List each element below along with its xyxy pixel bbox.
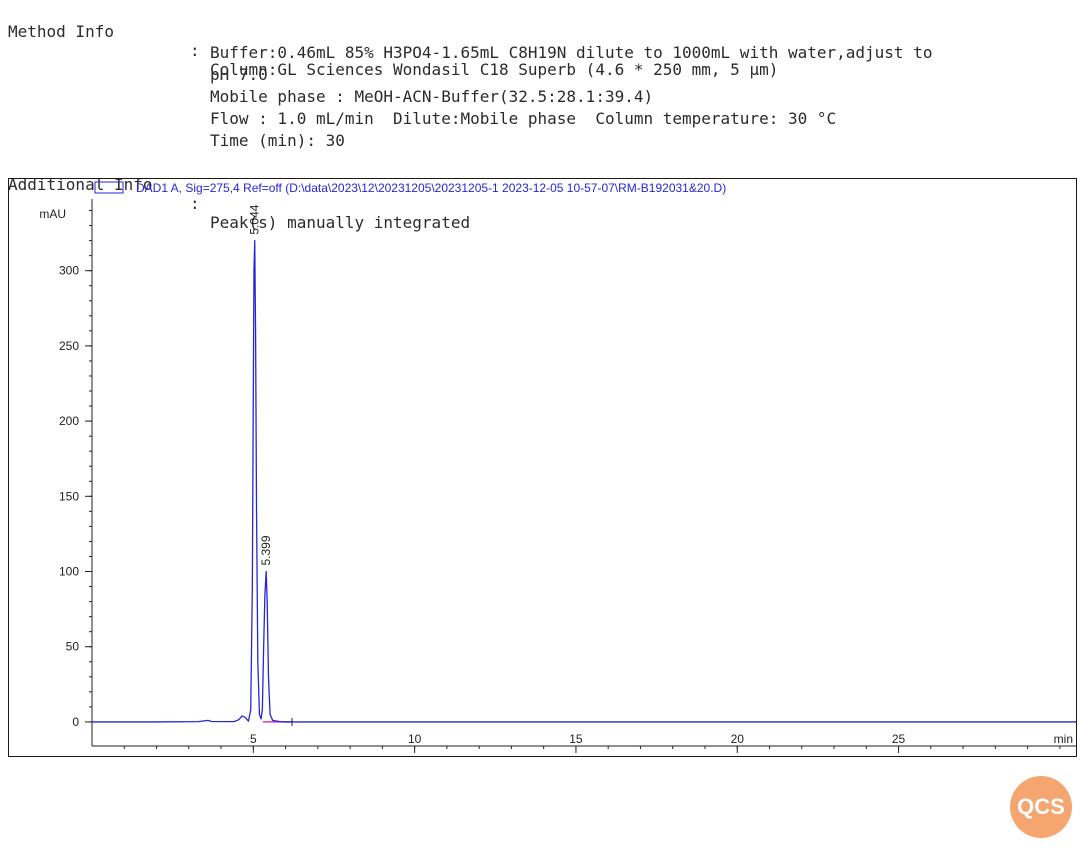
qcs-logo: QCS [1010,776,1072,838]
method-info-colon: : [190,41,200,60]
x-tick-label: 5 [250,732,257,746]
x-tick-label: 10 [408,732,422,746]
y-tick-label: 300 [59,264,79,278]
legend-swatch [94,181,124,194]
y-tick-label: 150 [59,489,79,503]
y-tick-label: 200 [59,414,79,428]
x-tick-label: 15 [569,732,583,746]
legend-label: DAD1 A, Sig=275,4 Ref=off (D:\data\2023\… [136,181,726,195]
x-tick-label: 20 [731,732,745,746]
x-axis-label: min [1054,732,1073,746]
y-tick-label: 50 [66,640,80,654]
method-line-column: Column:GL Sciences Wondasil C18 Superb (… [210,60,779,79]
y-tick-label: 0 [72,715,79,729]
chromatogram-trace [92,239,1076,723]
method-line-buffer: Buffer:0.46mL 85% H3PO4-1.65mL C8H19N di… [210,43,933,62]
y-tick-label: 100 [59,565,79,579]
chromatogram-chart: DAD1 A, Sig=275,4 Ref=off (D:\data\2023\… [39,181,1076,753]
logo-text: QCS [1017,794,1065,819]
x-tick-label: 25 [892,732,906,746]
peak-label: 5.399 [259,535,273,565]
method-line-mobile-phase: Mobile phase : MeOH-ACN-Buffer(32.5:28.1… [210,87,654,106]
y-tick-label: 250 [59,339,79,353]
method-line-time: Time (min): 30 [210,131,345,150]
peak-label: 5.044 [248,204,262,234]
method-line-flow: Flow : 1.0 mL/min Dilute:Mobile phase Co… [210,109,837,128]
method-line-ph: pH 7.0 [210,65,268,84]
chart-frame: DAD1 A, Sig=275,4 Ref=off (D:\data\2023\… [8,178,1077,757]
y-axis-label: mAU [39,207,66,221]
